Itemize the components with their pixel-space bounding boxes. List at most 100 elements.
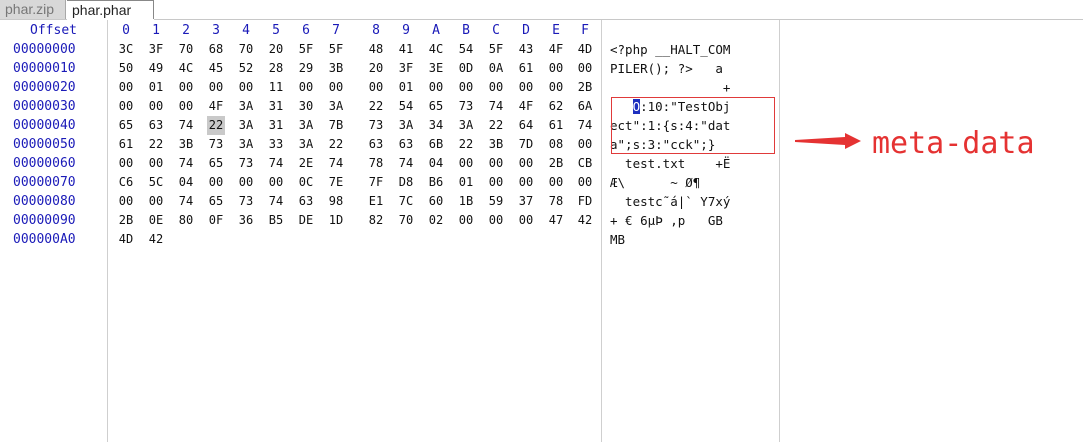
hex-byte[interactable]: 6A — [576, 97, 594, 116]
hex-byte[interactable]: 22 — [147, 135, 165, 154]
hex-byte[interactable]: 00 — [237, 78, 255, 97]
hex-byte[interactable]: 52 — [237, 59, 255, 78]
hex-byte[interactable]: 59 — [487, 192, 505, 211]
hex-byte[interactable]: 78 — [547, 192, 565, 211]
hex-byte[interactable]: 00 — [147, 154, 165, 173]
hex-byte[interactable]: 0E — [147, 211, 165, 230]
hex-byte[interactable]: 00 — [547, 59, 565, 78]
hex-byte[interactable]: 3A — [297, 116, 315, 135]
hex-byte[interactable]: 41 — [397, 40, 415, 59]
hex-byte[interactable]: 00 — [576, 59, 594, 78]
hex-byte[interactable]: 00 — [547, 78, 565, 97]
hex-byte[interactable]: 73 — [237, 154, 255, 173]
hex-byte[interactable]: 00 — [177, 78, 195, 97]
hex-byte[interactable]: 74 — [327, 154, 345, 173]
hex-byte[interactable]: 00 — [576, 173, 594, 192]
hex-byte[interactable]: 74 — [177, 192, 195, 211]
hex-byte[interactable]: 4F — [547, 40, 565, 59]
hex-byte[interactable]: 3A — [237, 97, 255, 116]
hex-byte[interactable]: 63 — [367, 135, 385, 154]
hex-byte[interactable]: 00 — [207, 173, 225, 192]
hex-byte[interactable]: 00 — [267, 173, 285, 192]
hex-byte[interactable]: 37 — [517, 192, 535, 211]
hex-byte[interactable]: 00 — [117, 97, 135, 116]
hex-byte[interactable]: 0F — [207, 211, 225, 230]
hex-byte[interactable]: 54 — [397, 97, 415, 116]
hex-byte[interactable]: 65 — [427, 97, 445, 116]
hex-byte[interactable]: 61 — [517, 59, 535, 78]
hex-byte[interactable]: 70 — [397, 211, 415, 230]
hex-byte[interactable]: 00 — [517, 154, 535, 173]
hex-byte[interactable]: 74 — [177, 154, 195, 173]
hex-byte[interactable]: 74 — [576, 116, 594, 135]
hex-byte[interactable]: 47 — [547, 211, 565, 230]
hex-byte[interactable]: 20 — [367, 59, 385, 78]
hex-byte[interactable]: 63 — [297, 192, 315, 211]
hex-byte[interactable]: 00 — [547, 173, 565, 192]
ascii-row[interactable]: PILER(); ?> a — [610, 59, 723, 78]
hex-byte[interactable]: 73 — [207, 135, 225, 154]
hex-byte[interactable]: 00 — [487, 154, 505, 173]
hex-byte[interactable]: 3B — [487, 135, 505, 154]
hex-byte[interactable]: 36 — [237, 211, 255, 230]
hex-byte[interactable]: 0A — [487, 59, 505, 78]
hex-byte[interactable]: 68 — [207, 40, 225, 59]
hex-byte[interactable]: 3A — [457, 116, 475, 135]
hex-byte[interactable]: 63 — [397, 135, 415, 154]
hex-byte[interactable]: DE — [297, 211, 315, 230]
hex-byte[interactable]: 01 — [147, 78, 165, 97]
hex-byte[interactable]: 3A — [237, 135, 255, 154]
hex-byte[interactable]: 78 — [367, 154, 385, 173]
hex-byte[interactable]: 00 — [367, 78, 385, 97]
hex-byte[interactable]: D8 — [397, 173, 415, 192]
hex-byte[interactable]: 7B — [327, 116, 345, 135]
hex-byte[interactable]: 00 — [117, 78, 135, 97]
hex-byte[interactable]: 2B — [547, 154, 565, 173]
hex-byte[interactable]: 65 — [207, 154, 225, 173]
hex-byte[interactable]: 31 — [267, 97, 285, 116]
hex-byte[interactable]: 22 — [327, 135, 345, 154]
hex-byte[interactable]: 00 — [457, 211, 475, 230]
hex-byte[interactable]: 70 — [237, 40, 255, 59]
ascii-row[interactable]: MB — [610, 230, 625, 249]
hex-byte[interactable]: E1 — [367, 192, 385, 211]
hex-byte[interactable]: 7F — [367, 173, 385, 192]
hex-byte[interactable]: 2B — [117, 211, 135, 230]
tab-phar-phar[interactable]: phar.phar — [67, 0, 154, 19]
hex-byte[interactable]: 64 — [517, 116, 535, 135]
hex-byte[interactable]: 70 — [177, 40, 195, 59]
hex-byte[interactable]: 01 — [457, 173, 475, 192]
hex-byte[interactable]: 1D — [327, 211, 345, 230]
hex-byte[interactable]: 3F — [147, 40, 165, 59]
hex-byte[interactable]: 73 — [457, 97, 475, 116]
hex-byte[interactable]: 22 — [457, 135, 475, 154]
hex-byte[interactable]: B5 — [267, 211, 285, 230]
hex-byte[interactable]: 50 — [117, 59, 135, 78]
hex-byte[interactable]: 22 — [207, 116, 225, 135]
hex-byte[interactable]: 98 — [327, 192, 345, 211]
hex-byte[interactable]: 3E — [427, 59, 445, 78]
hex-byte[interactable]: 4F — [207, 97, 225, 116]
hex-byte[interactable]: 02 — [427, 211, 445, 230]
hex-byte[interactable]: 00 — [177, 97, 195, 116]
hex-byte[interactable]: 54 — [457, 40, 475, 59]
hex-byte[interactable]: 4C — [427, 40, 445, 59]
hex-byte[interactable]: 00 — [147, 192, 165, 211]
hex-byte[interactable]: 60 — [427, 192, 445, 211]
hex-byte[interactable]: 3C — [117, 40, 135, 59]
hex-byte[interactable]: 82 — [367, 211, 385, 230]
hex-byte[interactable]: 74 — [267, 154, 285, 173]
hex-byte[interactable]: 20 — [267, 40, 285, 59]
hex-byte[interactable]: 0C — [297, 173, 315, 192]
hex-byte[interactable]: 3B — [327, 59, 345, 78]
hex-byte[interactable]: 7E — [327, 173, 345, 192]
hex-byte[interactable]: 29 — [297, 59, 315, 78]
hex-byte[interactable]: 74 — [267, 192, 285, 211]
hex-byte[interactable]: 65 — [117, 116, 135, 135]
hex-byte[interactable]: 01 — [397, 78, 415, 97]
hex-byte[interactable]: 31 — [267, 116, 285, 135]
hex-byte[interactable]: FD — [576, 192, 594, 211]
hex-byte[interactable]: C6 — [117, 173, 135, 192]
hex-byte[interactable]: B6 — [427, 173, 445, 192]
hex-byte[interactable]: 00 — [576, 135, 594, 154]
